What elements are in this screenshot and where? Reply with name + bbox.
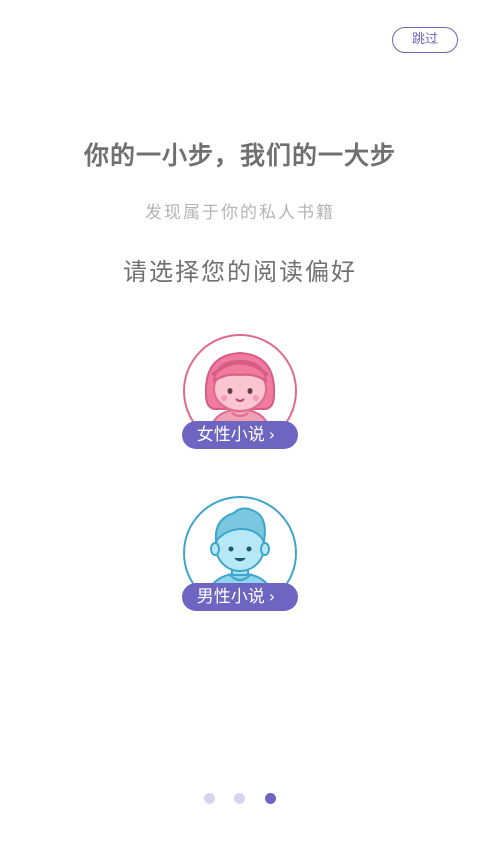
page-dot	[234, 793, 245, 804]
male-fiction-label: 男性小说	[196, 587, 265, 607]
subtitle: 发现属于你的私人书籍	[145, 203, 335, 223]
reading-preference-prompt: 请选择您的阅读偏好	[123, 258, 357, 286]
chevron-right-icon: ›	[268, 587, 276, 606]
male-fiction-label-pill[interactable]: 男性小说 ›	[182, 583, 298, 611]
chevron-right-icon: ›	[268, 425, 276, 444]
skip-button[interactable]: 跳过	[392, 27, 458, 53]
female-fiction-option[interactable]: 女性小说 ›	[182, 333, 298, 449]
preference-onboarding-screen: 跳过 你的一小步，我们的一大步 发现属于你的私人书籍 请选择您的阅读偏好 女性小…	[0, 0, 480, 853]
male-fiction-option[interactable]: 男性小说 ›	[182, 495, 298, 611]
page-indicator	[0, 793, 480, 805]
page-dot	[265, 793, 276, 804]
headline: 你的一小步，我们的一大步	[83, 141, 396, 170]
page-dot	[204, 793, 215, 804]
female-fiction-label: 女性小说	[196, 425, 265, 445]
female-fiction-label-pill[interactable]: 女性小说 ›	[182, 421, 298, 449]
